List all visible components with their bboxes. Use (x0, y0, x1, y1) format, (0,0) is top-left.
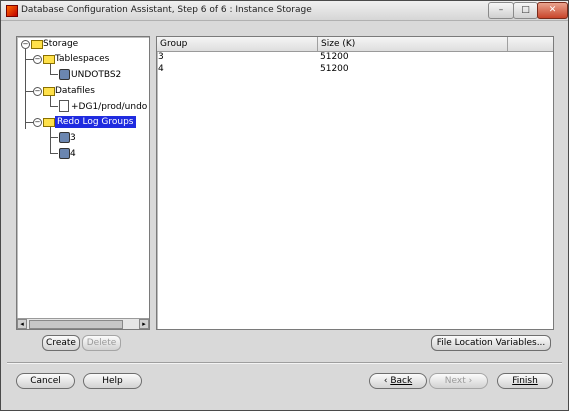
redo-log-group-icon (59, 132, 70, 143)
back-button[interactable]: ‹ Back (369, 373, 427, 389)
tablespace-icon (59, 69, 70, 80)
file-location-variables-button[interactable]: File Location Variables... (431, 335, 551, 351)
next-arrow-icon: › (468, 376, 473, 386)
table-header: Group Size (K) (157, 37, 553, 52)
title-bar: Database Configuration Assistant, Step 6… (1, 1, 568, 21)
help-button[interactable]: Help (83, 373, 142, 389)
storage-folder-icon (31, 40, 43, 49)
datafiles-folder-icon (43, 87, 55, 96)
close-button[interactable]: ✕ (537, 2, 568, 19)
tree-horizontal-scrollbar[interactable]: ◂ ▸ (17, 318, 149, 329)
tree-node-undotbs2[interactable]: UNDOTBS2 (71, 69, 121, 81)
maximize-button[interactable]: □ (513, 2, 538, 19)
scroll-right-arrow-icon[interactable]: ▸ (139, 319, 149, 329)
tree-connector-line (50, 153, 58, 154)
tree-connector-line (25, 49, 26, 129)
redo-log-groups-folder-icon (43, 118, 55, 127)
redo-log-groups-table: Group Size (K) 3 51200 4 51200 (156, 36, 554, 330)
next-button[interactable]: Next › (429, 373, 488, 389)
dbca-window: Database Configuration Assistant, Step 6… (0, 0, 569, 411)
delete-button[interactable]: Delete (82, 335, 121, 351)
tree-node-redo-group-3[interactable]: 3 (70, 132, 76, 144)
storage-tree-viewport: − Storage − Tablespaces UNDOTBS2 − Dataf… (17, 37, 149, 317)
redo-log-groups-collapse-toggle[interactable]: − (33, 118, 42, 127)
button-bar-separator (7, 362, 562, 364)
tree-connector-line (50, 64, 51, 74)
scrollbar-thumb[interactable] (29, 320, 123, 329)
next-button-label: Next (444, 376, 466, 386)
tree-connector-line (25, 91, 33, 92)
cell-group[interactable]: 4 (158, 64, 164, 74)
tree-connector-line (50, 127, 51, 153)
storage-tree: − Storage − Tablespaces UNDOTBS2 − Dataf… (16, 36, 150, 330)
cell-size[interactable]: 51200 (320, 64, 349, 74)
tree-node-storage[interactable]: Storage (43, 38, 78, 50)
cancel-button[interactable]: Cancel (16, 373, 75, 389)
back-arrow-icon: ‹ (383, 376, 388, 386)
tree-node-tablespaces[interactable]: Tablespaces (55, 53, 109, 65)
finish-button[interactable]: Finish (497, 373, 553, 389)
tree-connector-line (50, 137, 58, 138)
minimize-button[interactable]: – (488, 2, 514, 19)
cell-size[interactable]: 51200 (320, 52, 349, 62)
tree-node-redo-log-groups[interactable]: Redo Log Groups (55, 116, 136, 128)
tree-connector-line (25, 122, 33, 123)
tree-connector-line (50, 106, 58, 107)
tree-connector-line (25, 59, 33, 60)
scroll-left-arrow-icon[interactable]: ◂ (17, 319, 27, 329)
cell-group[interactable]: 3 (158, 52, 164, 62)
finish-button-label: Finish (512, 376, 538, 386)
datafile-icon (59, 100, 69, 112)
tree-connector-line (50, 96, 51, 106)
tree-node-datafiles[interactable]: Datafiles (55, 85, 95, 97)
oracle-app-icon (6, 5, 18, 17)
column-header-group[interactable]: Group (157, 37, 318, 51)
column-header-size[interactable]: Size (K) (318, 37, 508, 51)
tree-node-datafile[interactable]: +DG1/prod/undo (71, 101, 147, 113)
back-button-label: Back (390, 376, 413, 386)
storage-collapse-toggle[interactable]: − (21, 40, 30, 49)
datafiles-collapse-toggle[interactable]: − (33, 87, 42, 96)
window-title: Database Configuration Assistant, Step 6… (21, 5, 312, 15)
tablespaces-folder-icon (43, 55, 55, 64)
tree-connector-line (50, 74, 58, 75)
tablespaces-collapse-toggle[interactable]: − (33, 55, 42, 64)
create-button[interactable]: Create (42, 335, 80, 351)
tree-node-redo-group-4[interactable]: 4 (70, 148, 76, 160)
redo-log-group-icon (59, 148, 70, 159)
